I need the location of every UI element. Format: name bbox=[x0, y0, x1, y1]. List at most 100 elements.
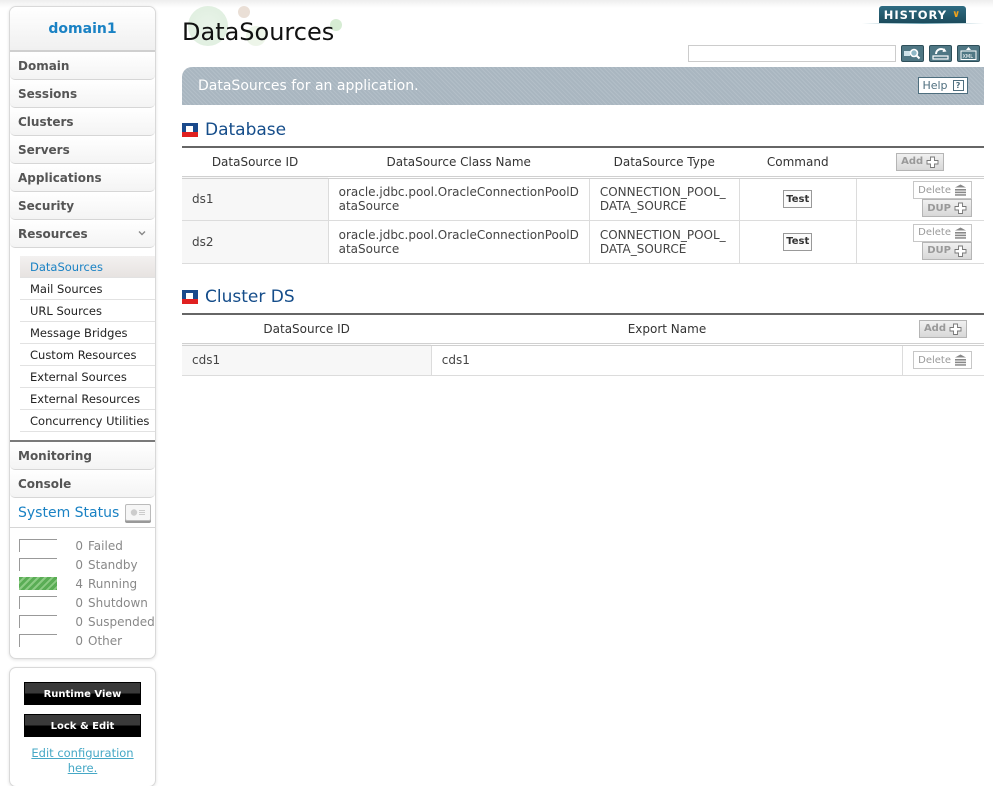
search-button[interactable] bbox=[901, 45, 924, 62]
row-actions: Delete DUP bbox=[856, 220, 984, 264]
domain-name[interactable]: domain1 bbox=[10, 7, 155, 52]
sidebar-item-resources-label: Resources bbox=[18, 226, 88, 241]
command-cell: Test bbox=[739, 177, 857, 221]
submenu-item-message-bridges[interactable]: Message Bridges bbox=[20, 322, 155, 344]
table-row: ds2 oracle.jdbc.pool.OracleConnectionPoo… bbox=[182, 220, 984, 264]
datasource-class-name: oracle.jdbc.pool.OracleConnectionPoolD at… bbox=[328, 220, 590, 264]
section-icon bbox=[182, 290, 198, 304]
help-button[interactable]: Help ? bbox=[918, 77, 968, 94]
status-count-running: 4 bbox=[75, 576, 83, 591]
sidebar-item-console[interactable]: Console bbox=[10, 470, 155, 498]
status-count-other: 0 bbox=[75, 633, 83, 648]
sidebar-item-clusters[interactable]: Clusters bbox=[10, 108, 155, 136]
decoration-circle bbox=[238, 6, 250, 18]
resources-submenu: DataSources Mail Sources URL Sources Mes… bbox=[10, 248, 155, 442]
database-section-title: Database bbox=[182, 120, 286, 140]
status-bar-shutdown bbox=[19, 596, 57, 609]
status-label-other: Other bbox=[88, 633, 123, 648]
class-line2: ataSource bbox=[338, 241, 400, 256]
table-row: ds1 oracle.jdbc.pool.OracleConnectionPoo… bbox=[182, 177, 984, 221]
col-command: Command bbox=[739, 147, 857, 179]
help-icon: ? bbox=[952, 80, 964, 91]
refresh-icon bbox=[932, 48, 949, 60]
search-input[interactable] bbox=[688, 45, 896, 62]
col-actions: Add bbox=[902, 314, 984, 346]
dup-label: DUP bbox=[927, 245, 951, 256]
chevron-down-icon: ∨ bbox=[952, 9, 962, 20]
col-datasource-class-name: DataSource Class Name bbox=[328, 147, 590, 179]
xml-export-icon: XML bbox=[960, 47, 977, 60]
dup-button[interactable]: DUP bbox=[922, 199, 972, 217]
class-line1: oracle.jdbc.pool.OracleConnectionPoolD bbox=[338, 185, 579, 199]
submenu-item-mail-sources[interactable]: Mail Sources bbox=[20, 278, 155, 300]
dup-button[interactable]: DUP bbox=[922, 241, 972, 260]
refresh-button[interactable] bbox=[929, 45, 952, 62]
help-label: Help bbox=[922, 79, 948, 92]
svg-text:XML: XML bbox=[963, 54, 974, 60]
status-row-other: 0 Other bbox=[19, 631, 155, 650]
type-line2: DATA_SOURCE bbox=[599, 199, 687, 213]
lock-edit-button[interactable]: Lock & Edit bbox=[24, 714, 141, 737]
status-chart-icon bbox=[131, 509, 146, 516]
export-xml-button[interactable]: XML bbox=[957, 45, 980, 62]
page-title: DataSources bbox=[182, 18, 335, 46]
status-count-suspended: 0 bbox=[75, 614, 83, 629]
sidebar-item-sessions[interactable]: Sessions bbox=[10, 80, 155, 108]
database-add-button[interactable]: Add bbox=[896, 152, 945, 171]
test-button[interactable]: Test bbox=[783, 190, 813, 208]
submenu-item-external-resources[interactable]: External Resources bbox=[20, 388, 155, 410]
status-label-suspended: Suspended bbox=[88, 614, 155, 629]
sidebar-item-domain[interactable]: Domain bbox=[10, 52, 155, 80]
edit-configuration-link[interactable]: Edit configuration here. bbox=[10, 746, 155, 776]
status-label-shutdown: Shutdown bbox=[88, 595, 148, 610]
sidebar-item-monitoring[interactable]: Monitoring bbox=[10, 442, 155, 470]
plus-icon bbox=[926, 156, 939, 168]
submenu-item-url-sources[interactable]: URL Sources bbox=[20, 300, 155, 322]
sidebar-actions: Runtime View Lock & Edit Edit configurat… bbox=[9, 667, 156, 786]
history-label: HISTORY bbox=[883, 7, 948, 22]
plus-icon bbox=[949, 323, 962, 335]
status-row-running: 4 Running bbox=[19, 574, 155, 593]
col-datasource-type: DataSource Type bbox=[589, 147, 740, 179]
submenu-item-datasources[interactable]: DataSources bbox=[20, 256, 155, 278]
add-label: Add bbox=[901, 156, 924, 168]
database-table-header: DataSource ID DataSource Class Name Data… bbox=[182, 147, 984, 179]
system-status-toggle-button[interactable] bbox=[125, 504, 152, 521]
delete-button[interactable]: Delete bbox=[913, 351, 972, 369]
delete-label: Delete bbox=[918, 354, 951, 366]
delete-button[interactable]: Delete bbox=[913, 181, 972, 199]
cluster-ds-add-button[interactable]: Add bbox=[918, 319, 967, 338]
row-actions: Delete bbox=[902, 344, 984, 376]
status-row-suspended: 0 Suspended bbox=[19, 612, 155, 631]
class-line1: oracle.jdbc.pool.OracleConnectionPoolD bbox=[338, 227, 579, 242]
type-line1: CONNECTION_POOL_ bbox=[599, 227, 726, 242]
export-name: cds1 bbox=[431, 344, 904, 376]
submenu-item-custom-resources[interactable]: Custom Resources bbox=[20, 344, 155, 366]
status-count-failed: 0 bbox=[75, 538, 83, 553]
runtime-view-button[interactable]: Runtime View bbox=[24, 682, 141, 705]
sidebar-item-security[interactable]: Security bbox=[10, 192, 155, 220]
database-title: Database bbox=[205, 120, 287, 140]
status-label-running: Running bbox=[88, 576, 138, 591]
class-line2: ataSource bbox=[338, 199, 400, 213]
submenu-item-external-sources[interactable]: External Sources bbox=[20, 366, 155, 388]
status-bar-other bbox=[19, 634, 57, 647]
sidebar-item-applications[interactable]: Applications bbox=[10, 164, 155, 192]
delete-button[interactable]: Delete bbox=[913, 223, 972, 242]
col-datasource-id: DataSource ID bbox=[182, 147, 329, 179]
col-datasource-id: DataSource ID bbox=[182, 314, 432, 346]
history-button[interactable]: HISTORY ∨ bbox=[879, 6, 966, 23]
sidebar-item-resources[interactable]: Resources bbox=[10, 220, 155, 248]
datasource-id: ds1 bbox=[182, 177, 329, 221]
status-row-failed: 0 Failed bbox=[19, 536, 155, 555]
edit-link-line1: Edit configuration bbox=[31, 746, 134, 760]
test-button[interactable]: Test bbox=[783, 232, 813, 251]
edit-link-line2: here. bbox=[67, 761, 98, 775]
table-row: cds1 cds1 Delete bbox=[182, 344, 984, 376]
sidebar-item-servers[interactable]: Servers bbox=[10, 136, 155, 164]
datasource-class-name: oracle.jdbc.pool.OracleConnectionPoolD at… bbox=[328, 177, 590, 221]
type-line1: CONNECTION_POOL_ bbox=[599, 185, 726, 199]
submenu-item-concurrency-utilities[interactable]: Concurrency Utilities bbox=[20, 410, 155, 432]
status-count-shutdown: 0 bbox=[75, 595, 83, 610]
status-label-failed: Failed bbox=[88, 538, 123, 553]
